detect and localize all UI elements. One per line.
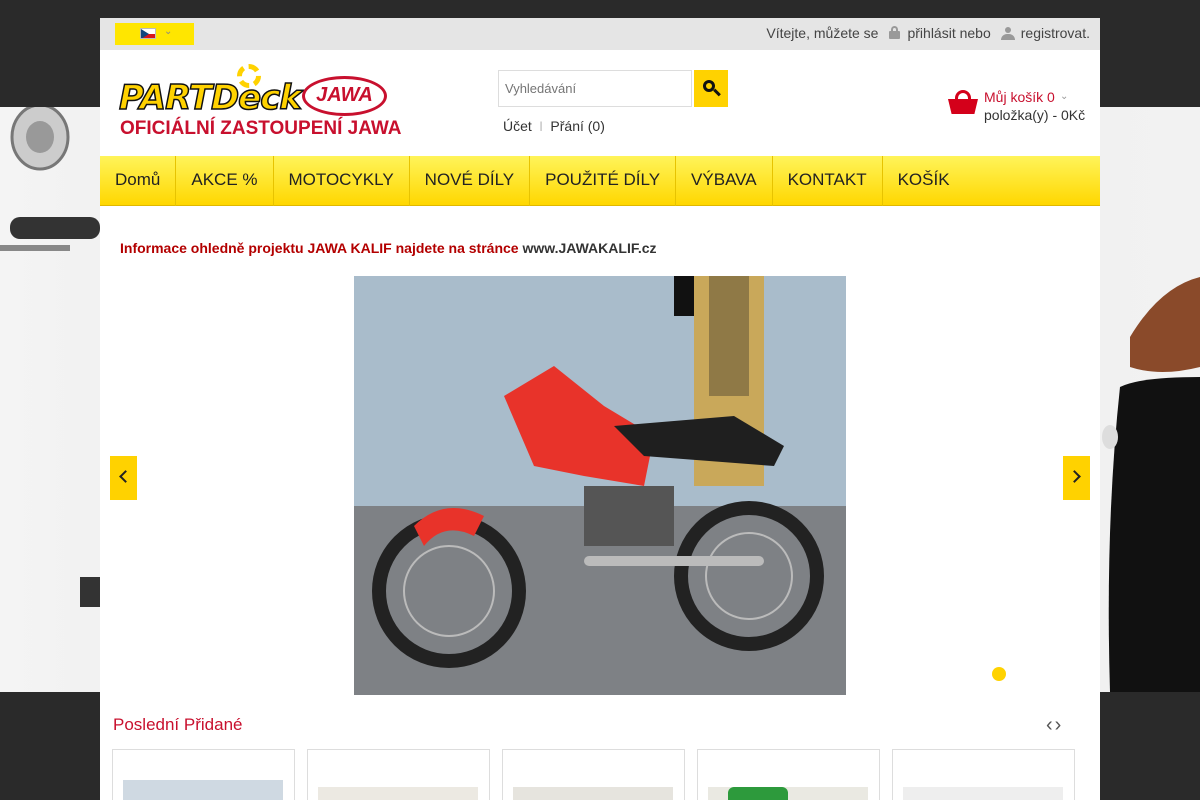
czech-flag-icon [140, 28, 156, 39]
search-input[interactable] [498, 70, 692, 107]
login-link[interactable]: přihlásit nebo [907, 25, 990, 41]
nav-item-cart[interactable]: KOŠÍK [883, 156, 965, 206]
nav-item-new-parts[interactable]: NOVÉ DÍLY [410, 156, 531, 206]
product-card[interactable] [697, 749, 880, 800]
background-motorcycle-seat [1100, 107, 1200, 692]
slider-prev-button[interactable] [110, 456, 137, 500]
account-links: Vítejte, můžete se přihlásit nebo regist… [766, 25, 1090, 41]
chevron-down-icon: ⌄ [1060, 91, 1069, 102]
nav-item-motorcycles[interactable]: MOTOCYKLY [274, 156, 410, 206]
chevron-left-icon [119, 470, 132, 483]
latest-products-title: Poslední Přidané [113, 715, 243, 734]
chevron-down-icon: ⌄ [164, 26, 173, 37]
product-thumbnail [903, 787, 1063, 800]
logo-brand: PARTDeck [118, 77, 303, 119]
nav-item-equipment[interactable]: VÝBAVA [676, 156, 773, 206]
nav-item-home[interactable]: Domů [100, 156, 177, 206]
wishlist-link[interactable]: Přání (0) [550, 118, 604, 134]
jawakalif-link[interactable]: www.JAWAKALIF.cz [522, 240, 656, 256]
hero-slide-image[interactable] [354, 276, 846, 695]
search-button[interactable] [694, 70, 728, 107]
page-container: ⌄ Vítejte, můžete se přihlásit nebo regi… [100, 18, 1100, 800]
background-motorcycle-handlebar [0, 107, 100, 692]
product-card[interactable] [502, 749, 685, 800]
product-thumbnail [123, 780, 283, 800]
slider-pagination-dot[interactable] [992, 667, 1006, 681]
welcome-text: Vítejte, můžete se [766, 25, 879, 41]
nav-item-sale[interactable]: AKCE % [176, 156, 274, 206]
jawa-logo: JAWA [302, 76, 387, 116]
basket-icon [948, 90, 978, 114]
slider-next-button[interactable] [1063, 456, 1090, 500]
product-thumbnail [513, 787, 673, 800]
cart-count: 0 [1047, 89, 1055, 105]
lock-icon [888, 26, 901, 39]
latest-products-nav[interactable]: ‹› [1046, 714, 1063, 737]
site-logo[interactable]: PARTDeck JAWA OFICIÁLNÍ ZASTOUPENÍ JAWA [118, 60, 402, 145]
product-thumbnail [318, 787, 478, 800]
product-card[interactable] [307, 749, 490, 800]
main-navigation: Domů AKCE % MOTOCYKLY NOVÉ DÍLY POUŽITÉ … [100, 156, 1100, 206]
header: PARTDeck JAWA OFICIÁLNÍ ZASTOUPENÍ JAWA … [100, 50, 1100, 156]
logo-tagline: OFICIÁLNÍ ZASTOUPENÍ JAWA [120, 118, 402, 139]
account-menu: Účet | Přání (0) [503, 118, 605, 134]
product-thumbnail [708, 787, 868, 800]
account-link[interactable]: Účet [503, 118, 532, 134]
product-card[interactable] [112, 749, 295, 800]
nav-item-used-parts[interactable]: POUŽITÉ DÍLY [530, 156, 677, 206]
chevron-right-icon [1068, 470, 1081, 483]
top-bar: ⌄ Vítejte, můžete se přihlásit nebo regi… [100, 18, 1100, 50]
user-icon [1000, 26, 1015, 40]
nav-item-contact[interactable]: KONTAKT [773, 156, 883, 206]
latest-products-carousel [112, 749, 1075, 800]
cart-title: Můj košík [984, 89, 1044, 105]
cart-widget[interactable]: Můj košík 0 ⌄ položka(y) - 0Kč [948, 88, 1098, 138]
project-notice: Informace ohledně projektu JAWA KALIF na… [120, 240, 657, 256]
register-link[interactable]: registrovat. [1021, 25, 1090, 41]
cart-summary: položka(y) - 0Kč [984, 107, 1086, 123]
language-selector[interactable]: ⌄ [115, 23, 194, 45]
product-card[interactable] [892, 749, 1075, 800]
